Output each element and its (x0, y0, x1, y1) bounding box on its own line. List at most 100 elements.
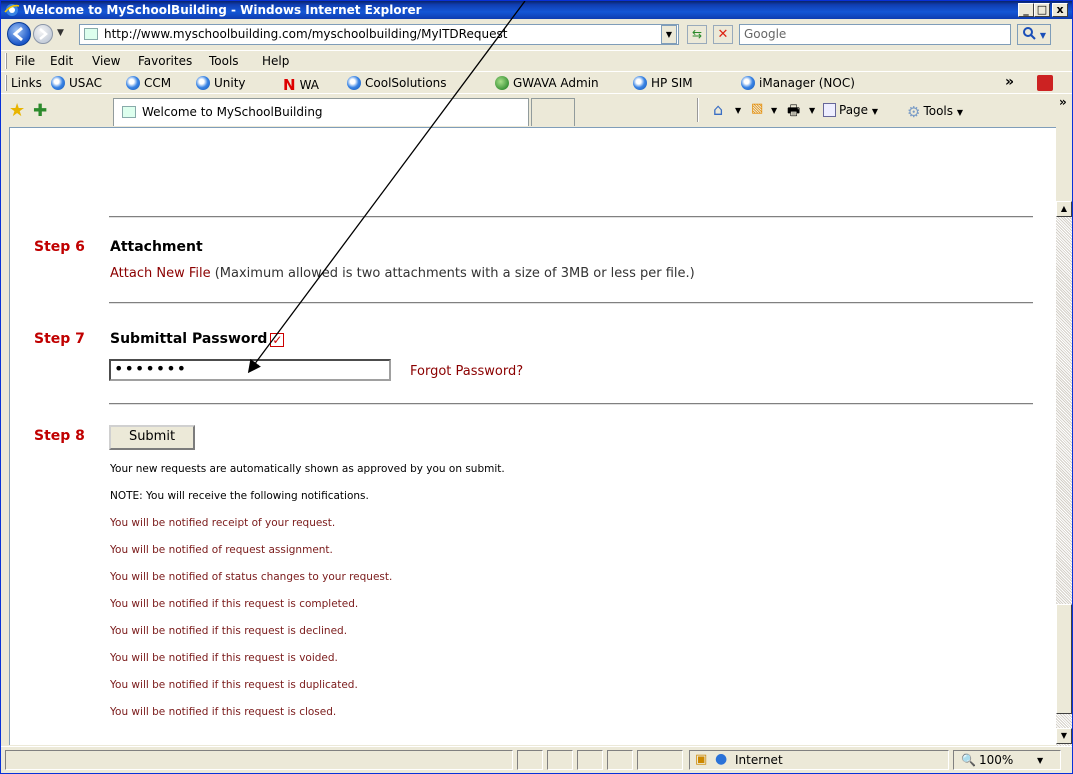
refresh-button[interactable]: ⇆ (687, 25, 707, 44)
recent-pages-chevron-icon[interactable]: ▼ (57, 28, 64, 38)
security-zone-cell (689, 750, 949, 770)
novell-n-icon: N (283, 76, 296, 94)
link-imanager[interactable]: iManager (NOC) (741, 76, 855, 90)
step7-label: Step 7 (34, 331, 85, 347)
link-unity[interactable]: Unity (196, 76, 246, 90)
maximize-button[interactable]: □ (1034, 3, 1050, 17)
feeds-chevron-icon[interactable]: ▼ (771, 106, 777, 115)
search-chevron-icon[interactable]: ▼ (1040, 31, 1046, 40)
menu-favorites[interactable]: Favorites (138, 54, 192, 68)
security-zone-label: Internet (735, 753, 783, 767)
tab-bar: ★ ✚ Welcome to MySchoolBuilding ⌂ ▼ ▧ ▼ … (1, 93, 1072, 128)
back-button[interactable] (7, 22, 31, 46)
page-icon (84, 28, 98, 40)
window-title: Welcome to MySchoolBuilding - Windows In… (23, 3, 422, 17)
step6-label: Step 6 (34, 239, 85, 255)
new-tab-button[interactable] (531, 98, 575, 126)
home-icon[interactable]: ⌂ (713, 100, 723, 119)
gwava-globe-icon (495, 76, 509, 90)
note-line: NOTE: You will receive the following not… (110, 490, 369, 502)
status-cell (517, 750, 543, 770)
menu-edit[interactable]: Edit (50, 54, 73, 68)
menu-file[interactable]: File (15, 54, 35, 68)
internet-explorer-icon (4, 4, 20, 16)
add-favorites-icon[interactable]: ✚ (33, 102, 47, 120)
links-label: Links (11, 76, 42, 90)
vertical-scrollbar[interactable]: ▲ ▼ (1056, 201, 1072, 746)
submit-button[interactable]: Submit (109, 425, 195, 450)
address-input[interactable]: http://www.myschoolbuilding.com/myschool… (79, 24, 679, 45)
password-field[interactable]: ••••••• (109, 359, 391, 381)
address-url: http://www.myschoolbuilding.com/myschool… (104, 27, 508, 41)
link-wa[interactable]: N WA (283, 76, 319, 94)
favorites-star-icon[interactable]: ★ (9, 102, 25, 120)
note-line: You will be notified if this request is … (110, 652, 338, 664)
print-icon[interactable]: 🖶 (787, 100, 800, 124)
zoom-level[interactable]: 100% (979, 753, 1013, 767)
feeds-icon[interactable]: ▧ (751, 101, 763, 116)
divider (109, 403, 1033, 405)
toolbar-grip (5, 75, 7, 91)
menu-view[interactable]: View (92, 54, 120, 68)
protected-mode-icon[interactable]: ▣ (695, 752, 707, 767)
close-button[interactable]: x (1052, 3, 1068, 17)
status-cell (637, 750, 683, 770)
forgot-password-link[interactable]: Forgot Password? (410, 364, 523, 379)
forward-button[interactable] (33, 24, 53, 44)
note-line: You will be notified of request assignme… (110, 544, 333, 556)
links-overflow-chevron-icon[interactable]: » (1005, 74, 1014, 90)
title-bar: Welcome to MySchoolBuilding - Windows In… (1, 1, 1072, 19)
search-button[interactable]: ▼ (1017, 24, 1051, 45)
tools-menu[interactable]: ⚙ Tools ▼ (907, 103, 963, 121)
note-line: You will be notified receipt of your req… (110, 517, 336, 529)
page-menu-icon (823, 103, 836, 117)
tab-active[interactable]: Welcome to MySchoolBuilding (113, 98, 529, 126)
zoom-icon: 🔍 (961, 753, 976, 767)
attachment-line: Attach New File (Maximum allowed is two … (110, 266, 695, 281)
page-chevron-icon: ▼ (871, 107, 879, 116)
print-chevron-icon[interactable]: ▼ (809, 106, 815, 115)
note-line: You will be notified if this request is … (110, 598, 359, 610)
link-ccm[interactable]: CCM (126, 76, 171, 90)
menu-tools[interactable]: Tools (209, 54, 239, 68)
step7-title: Submittal Password ✓ (110, 331, 285, 347)
command-overflow-chevron-icon[interactable]: » (1059, 95, 1067, 109)
attachment-note: (Maximum allowed is two attachments with… (214, 266, 695, 281)
browser-window: Welcome to MySchoolBuilding - Windows In… (0, 0, 1073, 774)
link-hp-sim[interactable]: HP SIM (633, 76, 693, 90)
home-chevron-icon[interactable]: ▼ (735, 106, 741, 115)
required-check-icon: ✓ (270, 333, 285, 347)
zoom-chevron-icon[interactable]: ▼ (1037, 756, 1043, 765)
stop-button[interactable]: ✕ (713, 25, 733, 44)
menu-help[interactable]: Help (262, 54, 289, 68)
pdf-icon[interactable] (1037, 75, 1053, 91)
forward-arrow-icon (39, 28, 48, 40)
attach-new-file-link[interactable]: Attach New File (110, 266, 211, 281)
ie-page-icon (347, 76, 361, 90)
link-coolsolutions[interactable]: CoolSolutions (347, 76, 447, 90)
gear-icon: ⚙ (907, 103, 921, 121)
page-menu[interactable]: Page ▼ (823, 103, 878, 117)
scroll-up-icon[interactable]: ▲ (1056, 201, 1072, 217)
step6-title: Attachment (110, 239, 203, 255)
status-cell (547, 750, 573, 770)
scroll-down-icon[interactable]: ▼ (1056, 728, 1072, 744)
note-line: You will be notified if this request is … (110, 679, 358, 691)
divider (109, 216, 1033, 218)
status-cell (607, 750, 633, 770)
search-input[interactable]: Google (739, 24, 1011, 45)
note-line: You will be notified of status changes t… (110, 571, 393, 583)
step8-label: Step 8 (34, 428, 85, 444)
search-icon (1023, 27, 1036, 40)
divider (109, 302, 1033, 304)
separator (697, 98, 699, 122)
scrollbar-thumb[interactable] (1056, 604, 1072, 714)
links-bar: Links USAC CCM Unity N WA CoolSolutions G… (1, 71, 1072, 94)
tools-chevron-icon: ▼ (956, 108, 963, 117)
minimize-button[interactable]: _ (1018, 3, 1034, 17)
link-gwava-admin[interactable]: GWAVA Admin (495, 76, 599, 90)
address-dropdown-button[interactable]: ▼ (661, 25, 677, 44)
status-bar: ▣ ● Internet 🔍 100% ▼ (1, 746, 1072, 773)
link-usac[interactable]: USAC (51, 76, 102, 90)
tab-label: Welcome to MySchoolBuilding (142, 105, 323, 119)
